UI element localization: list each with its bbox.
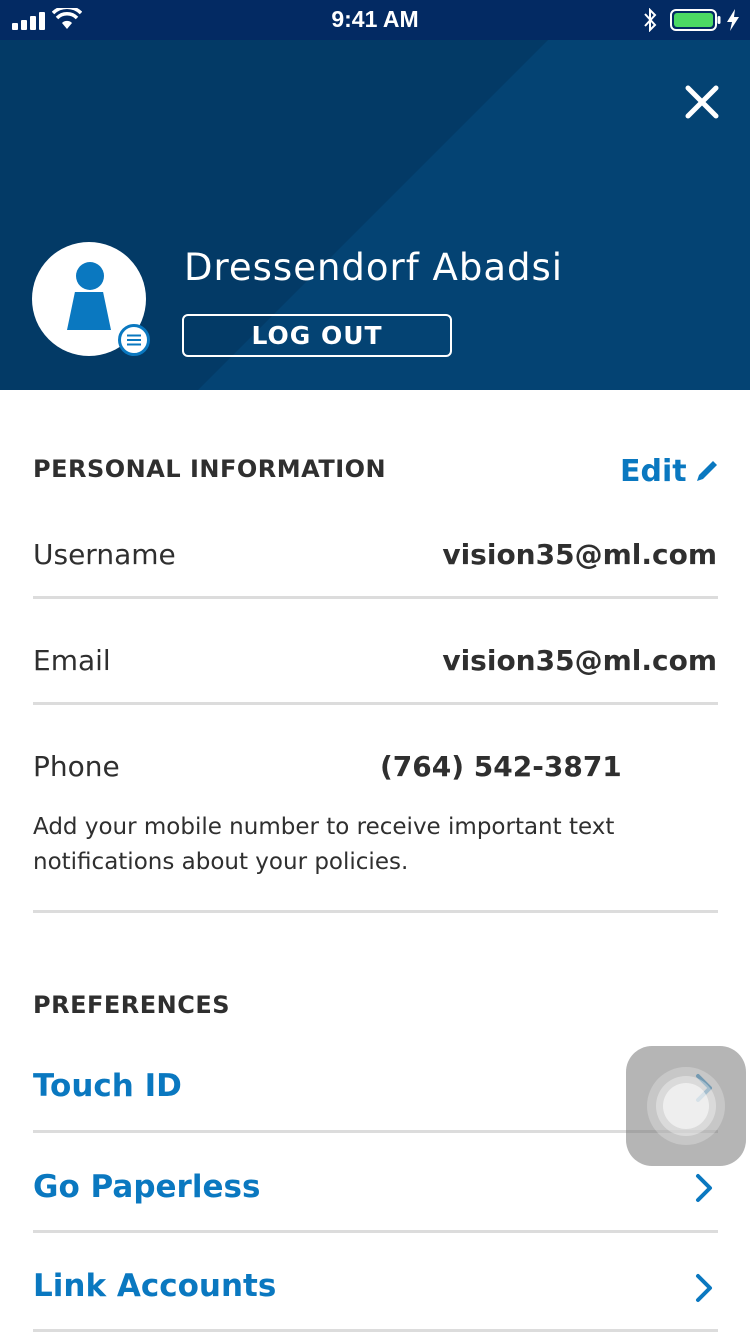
edit-button[interactable]: Edit [620, 454, 687, 489]
avatar-head [76, 262, 104, 290]
touch-id-item[interactable]: Touch ID [33, 1068, 182, 1104]
phone-help-text: Add your mobile number to receive import… [33, 814, 615, 875]
status-bar: 9:41 AM [0, 0, 750, 40]
phone-label: Phone [33, 750, 120, 783]
battery-icon [670, 9, 721, 31]
pencil-icon[interactable] [694, 458, 720, 484]
chevron-right-icon[interactable] [692, 1272, 716, 1304]
go-paperless-item[interactable]: Go Paperless [33, 1169, 260, 1205]
menu-badge-icon[interactable] [118, 324, 150, 356]
charging-bolt-icon [727, 9, 739, 31]
profile-header: Dressendorf Abadsi LOG OUT [0, 40, 750, 390]
status-time: 9:41 AM [331, 6, 419, 32]
email-value: vision35@ml.com [442, 644, 717, 677]
divider [33, 1329, 718, 1332]
bluetooth-icon [644, 8, 657, 32]
preferences-title: PREFERENCES [33, 991, 231, 1019]
logout-button[interactable]: LOG OUT [182, 314, 452, 357]
divider [33, 1230, 718, 1233]
link-accounts-item[interactable]: Link Accounts [33, 1268, 276, 1304]
divider [33, 910, 718, 913]
username-label: Username [33, 538, 176, 571]
personal-information-title: PERSONAL INFORMATION [33, 455, 387, 483]
close-button[interactable] [680, 80, 724, 124]
divider [33, 702, 718, 705]
assistive-ring [663, 1083, 709, 1129]
email-label: Email [33, 644, 111, 677]
divider [33, 1130, 718, 1133]
assistive-touch-button[interactable] [626, 1046, 746, 1166]
divider [33, 596, 718, 599]
user-name: Dressendorf Abadsi [184, 246, 564, 289]
avatar-body [67, 292, 111, 330]
phone-value: (764) 542-3871 [380, 750, 622, 783]
chevron-right-icon[interactable] [692, 1172, 716, 1204]
username-value: vision35@ml.com [442, 538, 717, 571]
